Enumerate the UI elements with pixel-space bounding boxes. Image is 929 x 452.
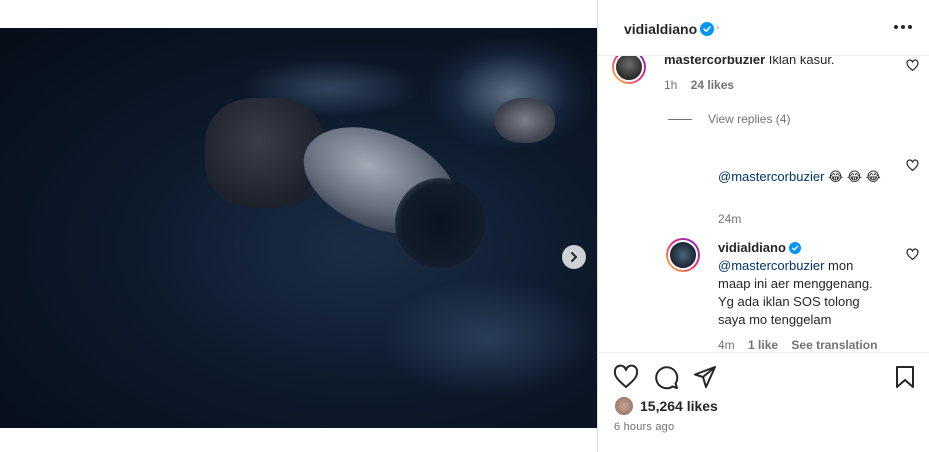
- post-header: vidialdiano •: [598, 0, 929, 56]
- photo-subject-hand: [495, 98, 555, 143]
- comment-username[interactable]: mastercorbuzier: [664, 56, 765, 67]
- comment-body: mastercorbuzier Iklan kasur.: [664, 56, 904, 69]
- comment-meta: 1h 24 likes: [664, 78, 744, 92]
- share-icon[interactable]: [692, 364, 718, 390]
- carousel-next-button[interactable]: [562, 245, 586, 269]
- view-replies-label: View replies (4): [708, 112, 791, 126]
- more-options-icon[interactable]: [892, 18, 914, 36]
- comment-time[interactable]: 1h: [664, 78, 677, 92]
- comment-username[interactable]: vidialdiano: [718, 240, 786, 255]
- comment-meta: 24m: [718, 212, 751, 226]
- replies-line: [668, 118, 692, 120]
- comment-icon[interactable]: [653, 364, 679, 390]
- avatar[interactable]: [612, 56, 646, 84]
- verified-badge-icon: [700, 22, 715, 36]
- comment-likes[interactable]: 1 like: [748, 338, 778, 352]
- view-replies-button[interactable]: View replies (4): [668, 112, 790, 126]
- comment-time[interactable]: 4m: [718, 338, 735, 352]
- comment-body: vidialdiano @mastercorbuzier mon maap in…: [718, 239, 888, 329]
- liker-avatar[interactable]: [614, 396, 634, 416]
- likes-count[interactable]: 15,264 likes: [640, 398, 718, 414]
- heart-icon[interactable]: [906, 59, 919, 72]
- heart-icon[interactable]: [906, 248, 919, 261]
- comment-text: 😂 😂 😂: [824, 169, 881, 184]
- comment-text: Iklan kasur.: [768, 56, 835, 67]
- heart-icon[interactable]: [906, 159, 919, 172]
- separator-dot: •: [716, 23, 720, 34]
- comment-meta: 4m 1 like See translation: [718, 338, 887, 352]
- water-reflection: [380, 278, 597, 398]
- comment-likes[interactable]: 24 likes: [691, 78, 734, 92]
- comment-mention[interactable]: @mastercorbuzier: [718, 258, 824, 273]
- photo-subject-hair: [395, 178, 485, 268]
- post-actions: 15,264 likes 6 hours ago: [598, 352, 929, 452]
- post-timestamp[interactable]: 6 hours ago: [614, 421, 674, 433]
- author-username[interactable]: vidialdiano: [624, 21, 715, 37]
- post-media[interactable]: [0, 28, 597, 428]
- avatar[interactable]: [666, 238, 700, 272]
- comment-time[interactable]: 24m: [718, 212, 741, 226]
- comment-mention[interactable]: @mastercorbuzier: [718, 169, 824, 184]
- bookmark-icon[interactable]: [892, 364, 918, 390]
- see-translation-button[interactable]: See translation: [791, 338, 877, 352]
- likes-summary[interactable]: 15,264 likes: [614, 396, 718, 416]
- verified-badge-icon: [788, 242, 801, 254]
- chevron-right-icon: [571, 252, 577, 262]
- comments-list[interactable]: mastercorbuzier Iklan kasur. 1h 24 likes…: [598, 56, 929, 352]
- author-name[interactable]: vidialdiano: [624, 21, 697, 37]
- heart-icon[interactable]: [613, 364, 639, 390]
- comment-body: @mastercorbuzier 😂 😂 😂: [718, 168, 888, 186]
